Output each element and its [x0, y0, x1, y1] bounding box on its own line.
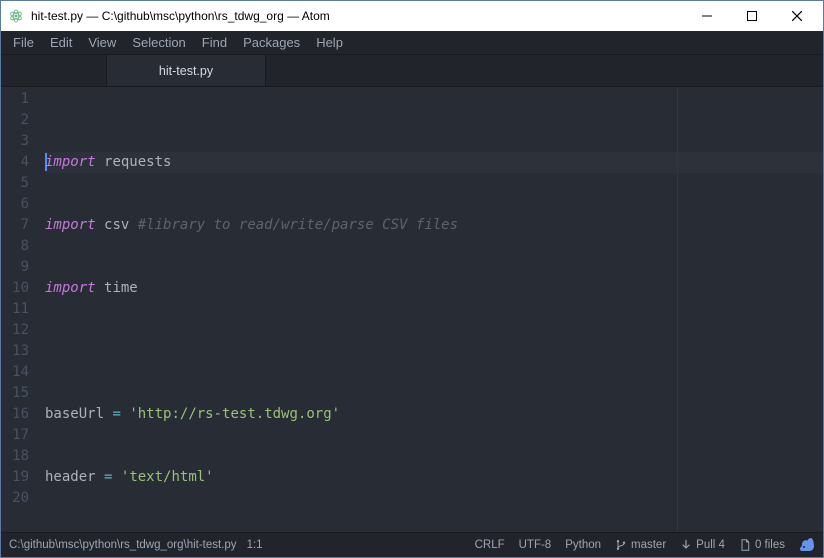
- menu-help[interactable]: Help: [308, 31, 351, 55]
- code-line: [45, 341, 823, 362]
- menu-view[interactable]: View: [80, 31, 124, 55]
- git-branch-label: master: [631, 539, 666, 551]
- line-number: 6: [1, 194, 29, 215]
- line-number: 9: [1, 257, 29, 278]
- line-number: 12: [1, 320, 29, 341]
- status-bar: C:\github\msc\python\rs_tdwg_org\hit-tes…: [1, 532, 823, 557]
- code-line: import csv #library to read/write/parse …: [45, 215, 823, 236]
- line-number: 10: [1, 278, 29, 299]
- git-pull-label: Pull 4: [696, 539, 725, 551]
- code-line: baseUrl = 'http://rs-test.tdwg.org': [45, 404, 823, 425]
- atom-app-icon: [7, 7, 25, 25]
- status-line-ending[interactable]: CRLF: [475, 539, 505, 551]
- code-line: import time: [45, 278, 823, 299]
- line-number: 13: [1, 341, 29, 362]
- line-number: 1: [1, 89, 29, 110]
- minimize-button[interactable]: [684, 1, 729, 31]
- status-git-branch[interactable]: master: [615, 539, 666, 551]
- file-icon: [739, 539, 751, 551]
- window-titlebar: hit-test.py — C:\github\msc\python\rs_td…: [1, 1, 823, 31]
- menu-packages[interactable]: Packages: [235, 31, 308, 55]
- tab-active[interactable]: hit-test.py: [106, 55, 266, 86]
- line-number: 17: [1, 425, 29, 446]
- text-editor[interactable]: 1 2 3 4 5 6 7 8 9 10 11 12 13 14 15 16 1…: [1, 87, 823, 532]
- line-number: 4: [1, 152, 29, 173]
- line-number: 16: [1, 404, 29, 425]
- line-number: 7: [1, 215, 29, 236]
- line-number: 5: [1, 173, 29, 194]
- window-title: hit-test.py — C:\github\msc\python\rs_td…: [31, 9, 684, 23]
- arrow-down-icon: [680, 539, 692, 551]
- git-files-label: 0 files: [755, 539, 785, 551]
- release-notes-icon[interactable]: [799, 537, 815, 553]
- status-grammar[interactable]: Python: [565, 539, 601, 551]
- menu-edit[interactable]: Edit: [42, 31, 80, 55]
- menu-file[interactable]: File: [5, 31, 42, 55]
- menu-bar: File Edit View Selection Find Packages H…: [1, 31, 823, 55]
- code-line: import requests: [45, 152, 823, 173]
- line-number: 3: [1, 131, 29, 152]
- line-number: 15: [1, 383, 29, 404]
- gutter: 1 2 3 4 5 6 7 8 9 10 11 12 13 14 15 16 1…: [1, 87, 37, 532]
- line-number: 2: [1, 110, 29, 131]
- line-number: 11: [1, 299, 29, 320]
- git-branch-icon: [615, 539, 627, 551]
- code-line: header = 'text/html': [45, 467, 823, 488]
- status-git-files[interactable]: 0 files: [739, 539, 785, 551]
- maximize-button[interactable]: [729, 1, 774, 31]
- status-git-pull[interactable]: Pull 4: [680, 539, 725, 551]
- menu-selection[interactable]: Selection: [124, 31, 193, 55]
- line-number: 8: [1, 236, 29, 257]
- status-encoding[interactable]: UTF-8: [519, 539, 552, 551]
- code-line: outObject = open('output-hit.txt','wt'): [45, 530, 823, 532]
- line-number: 19: [1, 467, 29, 488]
- tab-spacer: [1, 55, 106, 86]
- code-area[interactable]: import requests import csv #library to r…: [37, 87, 823, 532]
- line-number: 18: [1, 446, 29, 467]
- tab-bar: hit-test.py: [1, 55, 823, 87]
- status-cursor-position[interactable]: 1:1: [247, 539, 263, 551]
- menu-find[interactable]: Find: [194, 31, 235, 55]
- line-number: 14: [1, 362, 29, 383]
- window-controls: [684, 1, 819, 31]
- wrap-guide: [677, 87, 678, 532]
- status-file-path[interactable]: C:\github\msc\python\rs_tdwg_org\hit-tes…: [9, 539, 237, 551]
- line-number: 20: [1, 488, 29, 509]
- close-button[interactable]: [774, 1, 819, 31]
